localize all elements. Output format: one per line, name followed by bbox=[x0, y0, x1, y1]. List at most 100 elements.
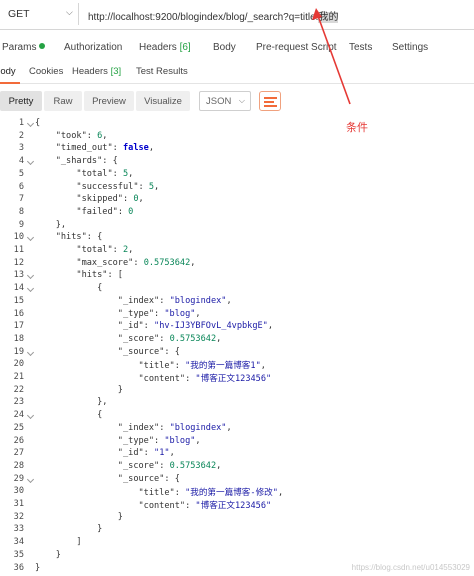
line-number: 36 bbox=[13, 562, 24, 573]
line-number: 24 bbox=[13, 410, 24, 421]
method-select[interactable]: GET ⌵ bbox=[0, 3, 79, 25]
url-selected-text: 我的 bbox=[318, 12, 339, 23]
tab-authorization[interactable]: Authorization bbox=[64, 42, 122, 53]
line-number: 4 bbox=[18, 156, 24, 167]
code-text: "total": 2, bbox=[76, 245, 134, 255]
tab-response-body[interactable]: Body bbox=[0, 66, 16, 77]
code-line: 3 "timed_out": false, bbox=[0, 143, 474, 156]
fold-chevron-icon[interactable] bbox=[26, 412, 35, 420]
code-text: }, bbox=[35, 397, 108, 408]
code-text: "_source": { bbox=[117, 473, 180, 484]
code-line: 25 "_index": "blogindex", bbox=[0, 423, 474, 436]
code-line: 10 "hits": { bbox=[0, 232, 474, 245]
tab-response-headers[interactable]: Headers [3] bbox=[72, 66, 121, 77]
request-tabs: Params Authorization Headers [6] Body Pr… bbox=[0, 38, 474, 58]
fold-chevron-icon[interactable] bbox=[26, 234, 35, 242]
line-number: 14 bbox=[13, 283, 24, 294]
line-number: 10 bbox=[13, 232, 24, 243]
fold-chevron-icon[interactable] bbox=[26, 158, 35, 166]
line-number: 31 bbox=[13, 499, 24, 509]
code-text: "failed": 0 bbox=[76, 206, 134, 217]
response-tabs: Body Cookies Headers [3] Test Results bbox=[0, 60, 474, 84]
line-number: 25 bbox=[13, 422, 24, 433]
code-line: 8 "failed": 0 bbox=[0, 207, 474, 220]
code-line: 35 } bbox=[0, 550, 474, 563]
code-line: 13 "hits": [ bbox=[0, 270, 474, 283]
chevron-down-icon: ⌵ bbox=[238, 96, 245, 105]
code-text: "_score": 0.5753642, bbox=[117, 460, 222, 471]
line-number: 33 bbox=[13, 524, 24, 535]
fold-chevron-icon[interactable] bbox=[26, 285, 35, 293]
tab-headers-label: Headers bbox=[139, 42, 177, 53]
fold-chevron-icon[interactable] bbox=[26, 348, 35, 356]
tab-headers[interactable]: Headers [6] bbox=[139, 42, 191, 53]
code-text: }, bbox=[35, 219, 67, 230]
code-line: 22 } bbox=[0, 385, 474, 398]
watermark: https://blog.csdn.net/u014553029 bbox=[351, 563, 470, 572]
code-text: "total": 5, bbox=[76, 168, 134, 179]
code-text: } bbox=[35, 511, 123, 522]
code-line: 19 "_source": { bbox=[0, 347, 474, 360]
fold-chevron-icon[interactable] bbox=[26, 272, 35, 280]
line-number: 35 bbox=[13, 549, 24, 560]
code-line: 15 "_index": "blogindex", bbox=[0, 296, 474, 309]
line-number: 1 bbox=[18, 118, 24, 128]
fold-chevron-icon[interactable] bbox=[26, 119, 35, 128]
code-line: 2 "took": 6, bbox=[0, 131, 474, 144]
line-number: 13 bbox=[13, 270, 24, 281]
format-select[interactable]: JSON ⌵ bbox=[199, 91, 251, 111]
tab-params[interactable]: Params bbox=[2, 42, 46, 53]
code-text: "skipped": 0, bbox=[76, 194, 144, 205]
code-text: "hits": [ bbox=[76, 270, 123, 281]
code-text: "content": "博客正文123456" bbox=[138, 501, 272, 511]
code-line: 4 "_shards": { bbox=[0, 156, 474, 169]
code-text: { bbox=[35, 410, 103, 421]
fold-chevron-icon[interactable] bbox=[26, 475, 35, 483]
tab-test-results[interactable]: Test Results bbox=[136, 66, 188, 77]
code-text: "_id": "1", bbox=[117, 448, 175, 459]
code-text: ] bbox=[35, 537, 82, 548]
pretty-button[interactable]: Pretty bbox=[0, 91, 42, 111]
line-number: 26 bbox=[13, 435, 24, 446]
line-number: 9 bbox=[18, 219, 24, 230]
chevron-down-icon: ⌵ bbox=[66, 7, 73, 17]
annotation-label: 条件 bbox=[346, 122, 368, 134]
code-line: 18 "_score": 0.5753642, bbox=[0, 334, 474, 347]
line-number: 27 bbox=[13, 448, 24, 459]
line-number: 7 bbox=[18, 194, 24, 205]
code-line: 30 "title": "我的第一篇博客-修改", bbox=[0, 486, 474, 499]
url-input[interactable]: http://localhost:9200/blogindex/blog/_se… bbox=[88, 8, 339, 23]
code-line: 23 }, bbox=[0, 397, 474, 410]
line-number: 22 bbox=[13, 384, 24, 395]
line-number: 2 bbox=[18, 130, 24, 141]
method-label: GET bbox=[8, 8, 30, 20]
code-line: 5 "total": 5, bbox=[0, 169, 474, 182]
code-text: "hits": { bbox=[55, 232, 103, 243]
raw-button[interactable]: Raw bbox=[44, 91, 82, 111]
code-line: 34 ] bbox=[0, 537, 474, 550]
code-text: "_source": { bbox=[117, 346, 180, 357]
line-number: 23 bbox=[13, 397, 24, 408]
visualize-button[interactable]: Visualize bbox=[136, 91, 190, 111]
headers-count-badge: [6] bbox=[179, 42, 191, 53]
code-line: 32 } bbox=[0, 512, 474, 525]
line-number: 5 bbox=[18, 168, 24, 179]
code-line: 21 "content": "博客正文123456" bbox=[0, 372, 474, 385]
tab-settings[interactable]: Settings bbox=[392, 42, 428, 53]
line-number: 12 bbox=[13, 257, 24, 268]
code-line: 14 { bbox=[0, 283, 474, 296]
code-line: 26 "_type": "blog", bbox=[0, 436, 474, 449]
tab-prerequest-script[interactable]: Pre-request Script bbox=[256, 42, 337, 53]
code-line: 27 "_id": "1", bbox=[0, 448, 474, 461]
response-headers-count-badge: [3] bbox=[110, 66, 122, 77]
tab-cookies[interactable]: Cookies bbox=[29, 66, 63, 77]
code-text: } bbox=[35, 384, 123, 395]
preview-button[interactable]: Preview bbox=[84, 91, 134, 111]
wrap-lines-icon[interactable] bbox=[259, 91, 281, 111]
tab-body[interactable]: Body bbox=[213, 42, 236, 53]
tab-tests[interactable]: Tests bbox=[349, 42, 372, 53]
code-line: 17 "_id": "hv-IJ3YBFOvL_4vpbkgE", bbox=[0, 321, 474, 334]
line-number: 16 bbox=[13, 308, 24, 319]
code-text: "_score": 0.5753642, bbox=[117, 333, 222, 344]
code-text: "timed_out": false, bbox=[55, 143, 155, 154]
